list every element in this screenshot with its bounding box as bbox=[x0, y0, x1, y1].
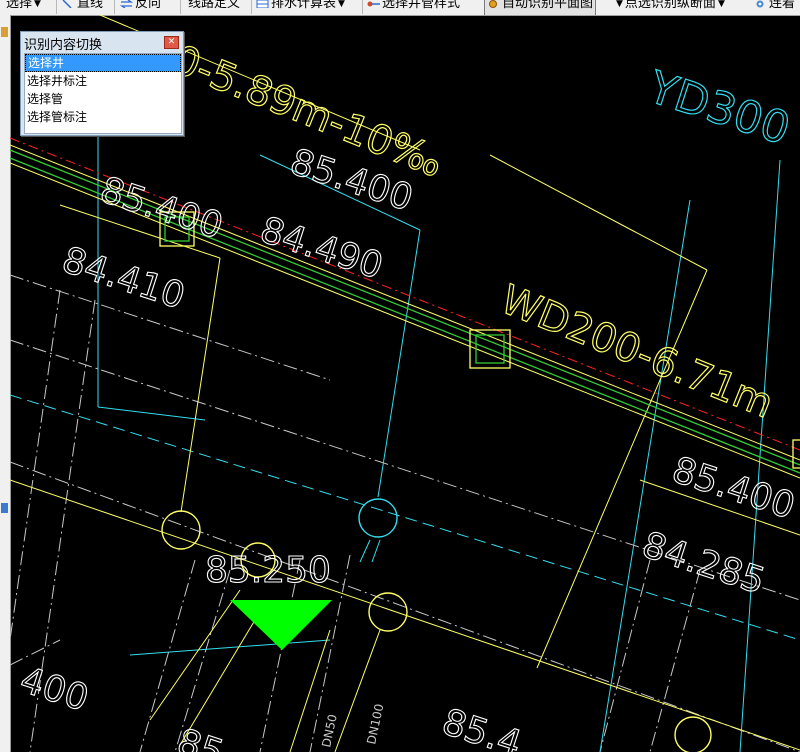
auto-recognize-label: 自动识别平面图 bbox=[502, 0, 594, 11]
option-select-well-annotation[interactable]: 选择井标注 bbox=[25, 72, 181, 90]
drain-calc-dropdown[interactable]: 排水计算表 ▼ bbox=[256, 0, 345, 15]
elevation-label: 85.400 bbox=[667, 450, 799, 528]
table-icon bbox=[256, 0, 269, 9]
elevation-label: 400 bbox=[15, 660, 93, 720]
recognition-option-list[interactable]: 选择井 选择井标注 选择管 选择管标注 bbox=[24, 53, 182, 134]
connect-button[interactable]: 连着 bbox=[754, 0, 795, 15]
toolbar-divider bbox=[362, 0, 363, 14]
line-def-label: 线路定义 bbox=[188, 0, 241, 11]
well-circle[interactable] bbox=[358, 498, 398, 538]
pipe-size-label: DN50 bbox=[319, 713, 340, 749]
auto-recognize-dropdown[interactable]: 自动识别平面图 bbox=[484, 0, 597, 15]
pipe-style-icon bbox=[367, 0, 380, 8]
option-select-pipe[interactable]: 选择管 bbox=[25, 90, 181, 108]
selection-marker bbox=[230, 600, 332, 650]
elevation-label: 85.400 bbox=[95, 170, 227, 248]
well-circle[interactable] bbox=[674, 716, 712, 752]
pipe-size-label: DN100 bbox=[364, 702, 386, 745]
line-label: 直线 bbox=[77, 0, 104, 11]
chevron-down-icon: ▼ bbox=[717, 0, 725, 9]
select-label: 选择 bbox=[6, 0, 33, 11]
yd-pipe-label: YD300 bbox=[642, 62, 796, 156]
toolbar-divider bbox=[180, 0, 181, 14]
elevation-label: 85 bbox=[172, 722, 228, 752]
line-icon bbox=[62, 0, 75, 9]
toolbar-divider bbox=[114, 0, 115, 14]
swap-arrows-icon bbox=[119, 0, 134, 9]
recognize-icon bbox=[487, 0, 500, 8]
elevation-label: 84.285 bbox=[637, 525, 769, 603]
reverse-button[interactable]: 反向 bbox=[119, 0, 162, 15]
close-icon[interactable]: ✕ bbox=[164, 36, 179, 49]
chevron-down-icon: ▼ bbox=[34, 0, 41, 9]
panel-title: 识别内容切换 bbox=[24, 38, 103, 53]
elevation-label: 85.250 bbox=[205, 550, 331, 591]
toolbar-divider bbox=[251, 0, 252, 14]
option-select-pipe-annotation[interactable]: 选择管标注 bbox=[25, 108, 181, 126]
line-def-button[interactable]: 线路定义 bbox=[188, 0, 240, 15]
tool-icon[interactable] bbox=[1, 27, 8, 37]
toolbar-divider bbox=[56, 0, 57, 14]
point-section-label: 点选识别纵断面 bbox=[624, 0, 716, 11]
reverse-label: 反向 bbox=[135, 0, 162, 11]
elevation-label: 85.4 bbox=[437, 702, 526, 752]
gear-icon bbox=[754, 0, 767, 8]
select-dropdown[interactable]: 选择 ▼ bbox=[6, 0, 41, 15]
well-pipe-style-button[interactable]: 选择井管样式 bbox=[367, 0, 460, 15]
elevation-label: 84.490 bbox=[255, 210, 387, 288]
line-button[interactable]: 直线 bbox=[62, 0, 103, 15]
option-select-well[interactable]: 选择井 bbox=[25, 54, 181, 72]
toolbar: 选择 ▼ 直线 反向 线路定义 排水计算表 ▼ 选择井管样式 自动识别平面图 ▼… bbox=[0, 0, 800, 16]
connect-label: 连着 bbox=[769, 0, 796, 11]
recognition-switch-panel: 识别内容切换 ✕ 选择井 选择井标注 选择管 选择管标注 bbox=[20, 31, 184, 136]
tool-icon[interactable] bbox=[1, 503, 8, 513]
chevron-down-icon: ▼ bbox=[338, 0, 345, 9]
wd-pipe-label: WD200-6.71m bbox=[494, 277, 779, 428]
well-pipe-style-label: 选择井管样式 bbox=[382, 0, 461, 11]
drain-calc-label: 排水计算表 bbox=[271, 0, 337, 11]
chevron-down-icon: ▼ bbox=[616, 0, 623, 9]
well-circle[interactable] bbox=[368, 592, 408, 632]
elevation-label: 84.410 bbox=[57, 240, 189, 318]
point-section-dropdown[interactable]: ▼ 点选识别纵断面 ▼ bbox=[616, 0, 725, 15]
